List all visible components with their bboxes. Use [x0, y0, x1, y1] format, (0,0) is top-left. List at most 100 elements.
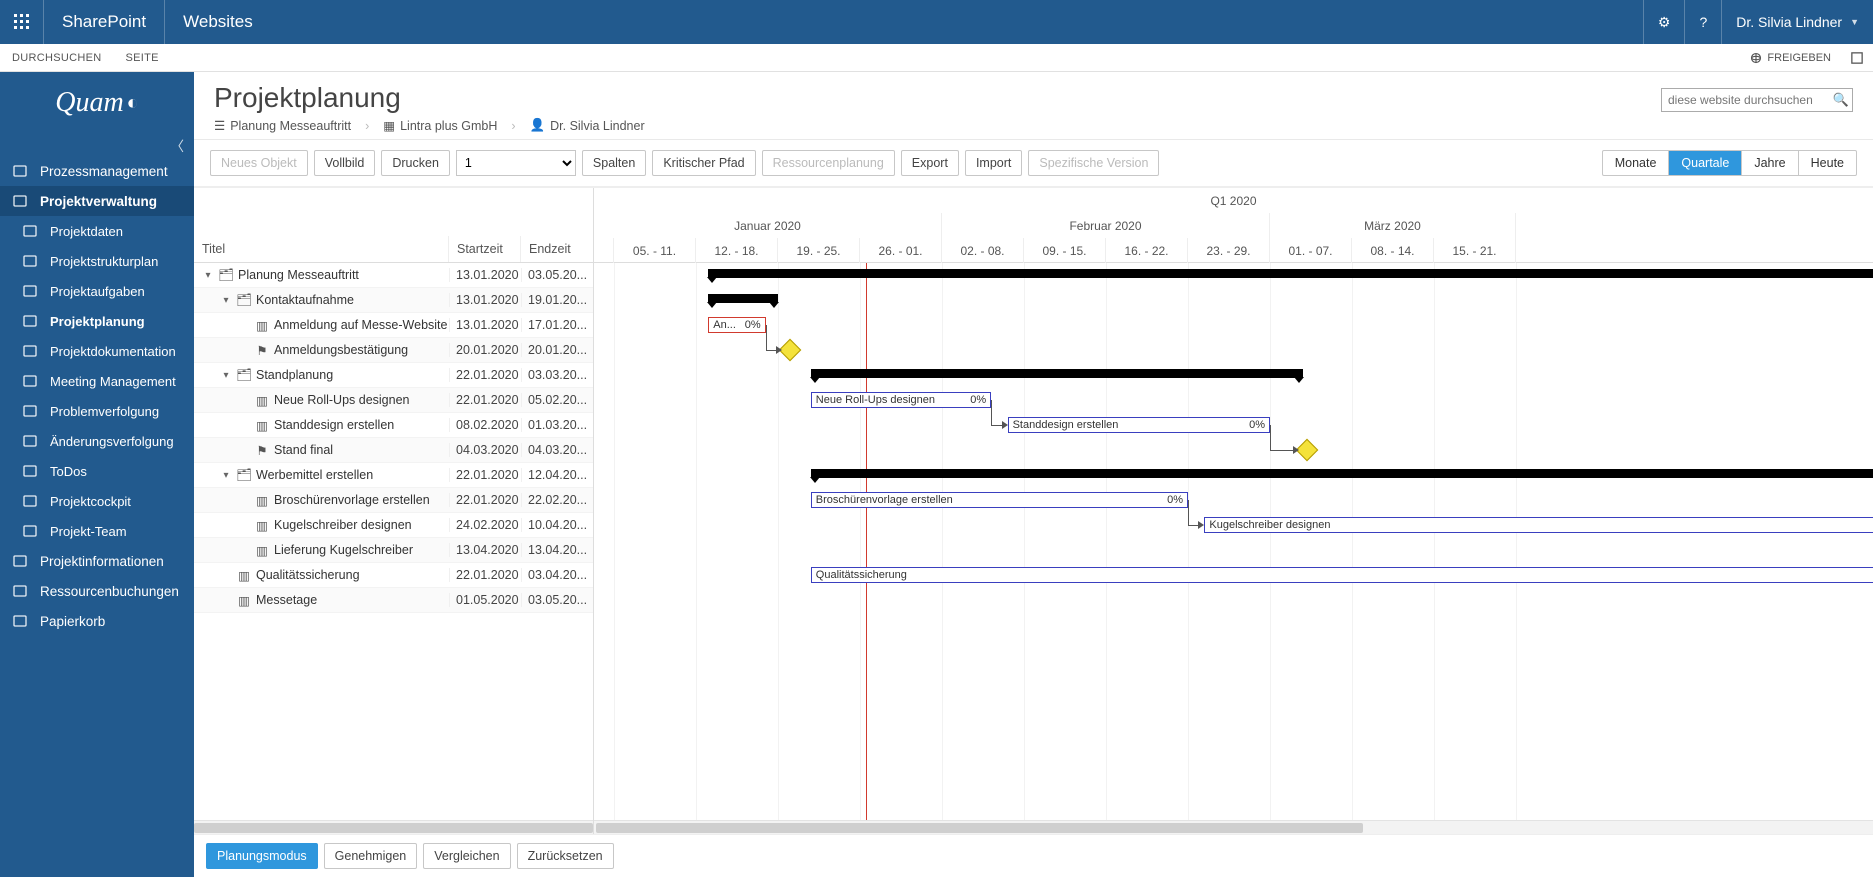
compare-button[interactable]: Vergleichen — [423, 843, 510, 869]
table-row[interactable]: ▾🗂Werbemittel erstellen22.01.202012.04.2… — [194, 463, 593, 488]
search-icon[interactable]: 🔍 — [1833, 92, 1849, 108]
user-menu[interactable]: Dr. Silvia Lindner▼ — [1721, 0, 1873, 44]
nav-item-prozessmanagement[interactable]: Prozessmanagement — [0, 156, 194, 186]
app-launcher-button[interactable] — [0, 0, 44, 44]
nav-item-projektplanung[interactable]: Projektplanung — [0, 306, 194, 336]
task-bar[interactable]: Neue Roll-Ups designen0% — [811, 392, 991, 408]
nav-collapse-button[interactable]: 〈 — [0, 134, 194, 156]
nav-item-meeting-management[interactable]: Meeting Management — [0, 366, 194, 396]
table-row[interactable]: ▾🗂Planung Messeauftritt13.01.202003.05.2… — [194, 263, 593, 288]
footer-toolbar: Planungsmodus Genehmigen Vergleichen Zur… — [194, 834, 1873, 877]
nav-item-papierkorb[interactable]: Papierkorb — [0, 606, 194, 636]
week-cell: 16. - 22. — [1106, 238, 1188, 263]
focus-button[interactable] — [1841, 52, 1873, 64]
nav-item-problemverfolgung[interactable]: Problemverfolgung — [0, 396, 194, 426]
expand-toggle[interactable]: ▾ — [220, 470, 232, 481]
row-end: 19.01.20... — [521, 293, 593, 307]
row-end: 17.01.20... — [521, 318, 593, 332]
zoom-select[interactable]: 1 — [456, 150, 576, 176]
task-bar[interactable]: Qualitätssicherung — [811, 567, 1873, 583]
table-row[interactable]: ▥Qualitätssicherung22.01.202003.04.20... — [194, 563, 593, 588]
timeline-body[interactable]: An...0% Neue Roll-Ups designen0% Standdesi… — [594, 263, 1873, 820]
scale-months[interactable]: Monate — [1603, 151, 1670, 175]
col-end[interactable]: Endzeit — [521, 236, 593, 262]
scale-today[interactable]: Heute — [1799, 151, 1856, 175]
table-row[interactable]: ▥Messetage01.05.202003.05.20... — [194, 588, 593, 613]
expand-toggle[interactable]: ▾ — [202, 270, 214, 281]
crumb-org[interactable]: ▦Lintra plus GmbH — [383, 118, 497, 133]
search-input[interactable] — [1661, 88, 1853, 112]
expand-toggle[interactable]: ▾ — [220, 370, 232, 381]
ribbon-tab-browse[interactable]: DURCHSUCHEN — [0, 52, 113, 64]
expand-toggle[interactable]: ▾ — [220, 295, 232, 306]
planning-mode-button[interactable]: Planungsmodus — [206, 843, 318, 869]
scale-quarters[interactable]: Quartale — [1669, 151, 1742, 175]
table-row[interactable]: ▥Lieferung Kugelschreiber13.04.202013.04… — [194, 538, 593, 563]
task-bar[interactable]: Kugelschreiber designen — [1204, 517, 1873, 533]
table-row[interactable]: ▾🗂Standplanung22.01.202003.03.20... — [194, 363, 593, 388]
table-row[interactable]: ▥Standdesign erstellen08.02.202001.03.20… — [194, 413, 593, 438]
row-start: 13.01.2020 — [449, 293, 521, 307]
settings-button[interactable]: ⚙ — [1643, 0, 1685, 44]
col-start[interactable]: Startzeit — [449, 236, 521, 262]
summary-bar[interactable] — [811, 469, 1873, 478]
week-cell: 08. - 14. — [1352, 238, 1434, 263]
task-bar[interactable]: Standdesign erstellen0% — [1008, 417, 1270, 433]
nav-item-todos[interactable]: ToDos — [0, 456, 194, 486]
milestone-marker[interactable] — [779, 339, 802, 362]
nav-item-projektcockpit[interactable]: Projektcockpit — [0, 486, 194, 516]
ribbon-tab-page[interactable]: SEITE — [113, 52, 170, 64]
grid-hscroll[interactable] — [194, 820, 593, 834]
nav-item-ressourcenbuchungen[interactable]: Ressourcenbuchungen — [0, 576, 194, 606]
table-row[interactable]: ▾🗂Kontaktaufnahme13.01.202019.01.20... — [194, 288, 593, 313]
print-button[interactable]: Drucken — [381, 150, 450, 176]
nav-item-projektaufgaben[interactable]: Projektaufgaben — [0, 276, 194, 306]
summary-bar[interactable] — [811, 369, 1303, 378]
timescale-segment: Monate Quartale Jahre Heute — [1602, 150, 1857, 176]
nav-item-projektverwaltung[interactable]: Projektverwaltung — [0, 186, 194, 216]
nav-item-projektdokumentation[interactable]: Projektdokumentation — [0, 336, 194, 366]
crumb-project[interactable]: ☰Planung Messeauftritt — [214, 118, 351, 133]
table-row[interactable]: ⚑Anmeldungsbestätigung20.01.202020.01.20… — [194, 338, 593, 363]
col-title[interactable]: Titel — [194, 236, 449, 262]
import-button[interactable]: Import — [965, 150, 1022, 176]
table-row[interactable]: ▥Kugelschreiber designen24.02.202010.04.… — [194, 513, 593, 538]
summary-bar[interactable] — [708, 294, 778, 303]
chevron-down-icon: ▼ — [1850, 17, 1859, 27]
scale-years[interactable]: Jahre — [1742, 151, 1798, 175]
nav-item--nderungsverfolgung[interactable]: Änderungsverfolgung — [0, 426, 194, 456]
row-type-icon: ⚑ — [255, 344, 269, 356]
share-button[interactable]: FREIGEBEN — [1740, 52, 1841, 64]
critical-path-button[interactable]: Kritischer Pfad — [652, 150, 755, 176]
approve-button[interactable]: Genehmigen — [324, 843, 418, 869]
sharepoint-label[interactable]: SharePoint — [44, 0, 165, 44]
columns-button[interactable]: Spalten — [582, 150, 646, 176]
row-end: 13.04.20... — [521, 543, 593, 557]
row-end: 22.02.20... — [521, 493, 593, 507]
timeline-hscroll[interactable] — [594, 820, 1873, 834]
table-row[interactable]: ⚑Stand final04.03.202004.03.20... — [194, 438, 593, 463]
fullscreen-button[interactable]: Vollbild — [314, 150, 376, 176]
row-title: Anmeldung auf Messe-Website — [274, 318, 447, 332]
task-bar[interactable]: An...0% — [708, 317, 765, 333]
crumb-user[interactable]: 👤Dr. Silvia Lindner — [530, 118, 645, 133]
row-start: 22.01.2020 — [449, 393, 521, 407]
table-row[interactable]: ▥Broschürenvorlage erstellen22.01.202022… — [194, 488, 593, 513]
nav-item-projektdaten[interactable]: Projektdaten — [0, 216, 194, 246]
nav-item-projektstrukturplan[interactable]: Projektstrukturplan — [0, 246, 194, 276]
websites-label[interactable]: Websites — [165, 0, 271, 44]
help-button[interactable]: ? — [1684, 0, 1721, 44]
nav-icon — [20, 463, 40, 479]
nav-icon — [10, 163, 30, 179]
summary-bar[interactable] — [708, 269, 1873, 278]
reset-button[interactable]: Zurücksetzen — [517, 843, 614, 869]
nav-item-projekt-team[interactable]: Projekt-Team — [0, 516, 194, 546]
export-button[interactable]: Export — [901, 150, 959, 176]
nav-item-projektinformationen[interactable]: Projektinformationen — [0, 546, 194, 576]
row-type-icon: ▥ — [255, 419, 269, 431]
table-row[interactable]: ▥Neue Roll-Ups designen22.01.202005.02.2… — [194, 388, 593, 413]
table-row[interactable]: ▥Anmeldung auf Messe-Website13.01.202017… — [194, 313, 593, 338]
row-start: 13.01.2020 — [449, 268, 521, 282]
task-bar[interactable]: Broschürenvorlage erstellen0% — [811, 492, 1188, 508]
milestone-marker[interactable] — [1296, 439, 1319, 462]
